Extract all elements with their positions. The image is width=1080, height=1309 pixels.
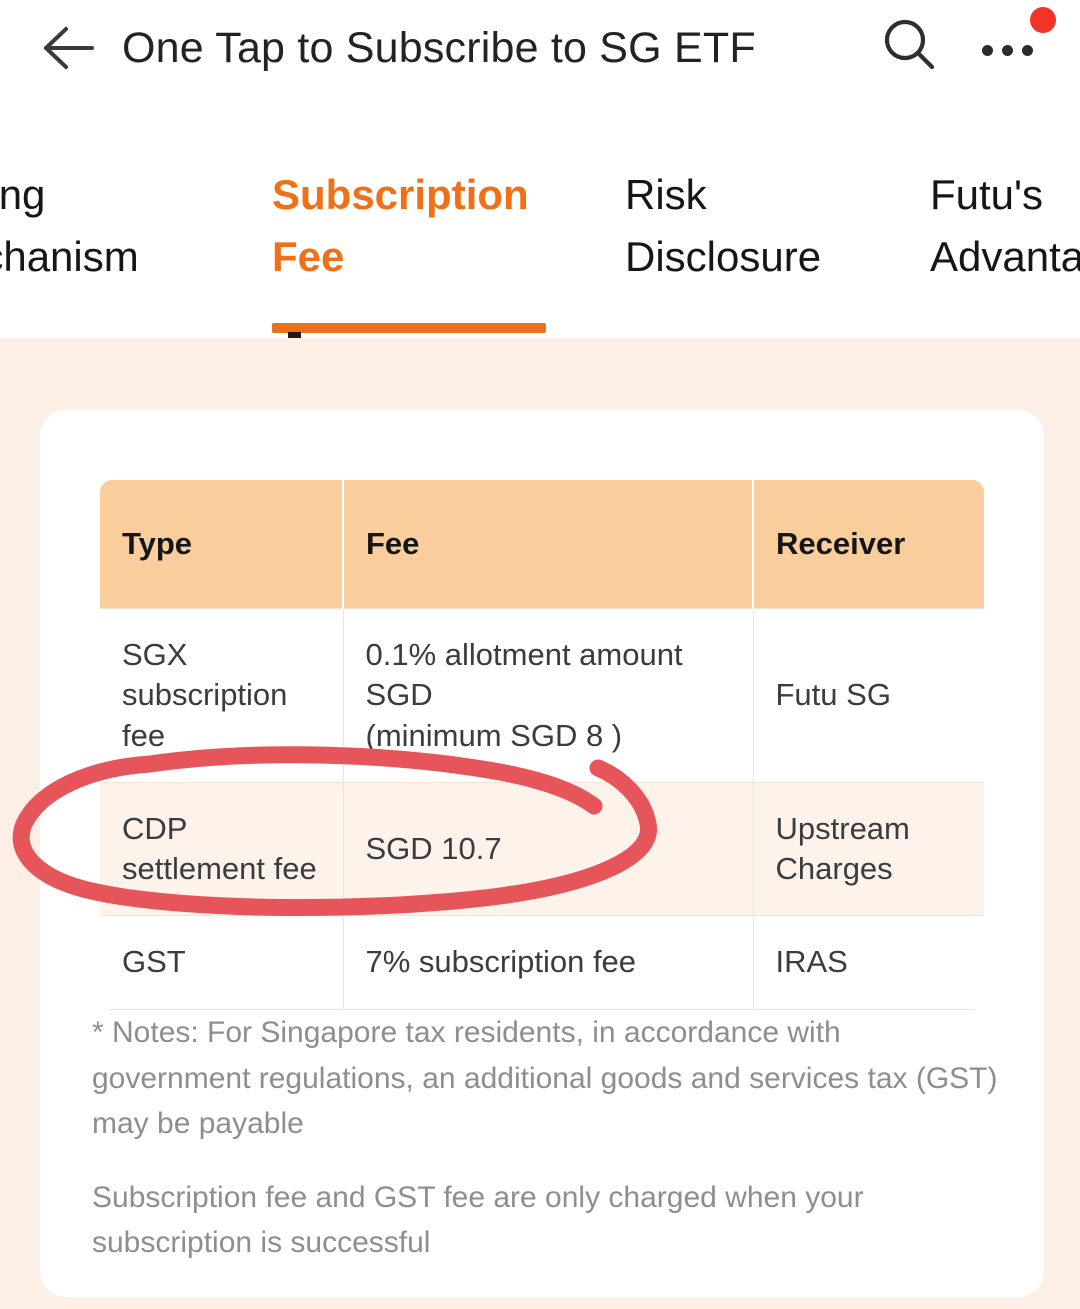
- notes-section: * Notes: For Singapore tax residents, in…: [92, 1010, 1004, 1266]
- table-row: SGX subscription fee 0.1% allotment amou…: [100, 608, 984, 783]
- cell-type: CDP settlement fee: [100, 781, 344, 916]
- more-options-icon-dot-3: [1022, 44, 1033, 56]
- note-tax-residents: * Notes: For Singapore tax residents, in…: [92, 1016, 998, 1141]
- tab-risk-disclosure[interactable]: Risk Disclosure: [625, 164, 925, 288]
- table-row: GST 7% subscription fee IRAS: [100, 915, 984, 1010]
- table-row: CDP settlement fee SGD 10.7 Upstream Cha…: [100, 781, 984, 916]
- table-header-row: Type Fee Receiver: [100, 480, 984, 609]
- notification-badge: [1030, 7, 1056, 33]
- cell-fee: 0.1% allotment amount SGD (minimum SGD 8…: [343, 608, 754, 783]
- page-title: One Tap to Subscribe to SG ETF: [122, 24, 756, 72]
- back-button[interactable]: [36, 16, 100, 80]
- search-icon: [880, 16, 938, 79]
- tab-subscription-fee[interactable]: Subscription Fee: [272, 164, 562, 288]
- cell-type: GST: [100, 915, 344, 1010]
- tab-futus-advantages[interactable]: Futu's Advantag: [930, 164, 1080, 288]
- tab-issuing-mechanism[interactable]: ssuing Mechanism: [0, 164, 254, 288]
- cell-receiver: Upstream Charges: [753, 781, 984, 916]
- subscription-fee-card: Type Fee Receiver SGX subscription fee 0…: [40, 410, 1044, 1297]
- app-bar: One Tap to Subscribe to SG ETF: [0, 0, 1080, 150]
- note-charge-condition: Subscription fee and GST fee are only ch…: [92, 1180, 864, 1260]
- tab-strip[interactable]: ssuing Mechanism Subscription Fee Risk D…: [0, 150, 1080, 338]
- fee-table-head: Type Fee Receiver: [100, 480, 984, 609]
- cell-fee: SGD 10.7: [343, 781, 754, 916]
- column-header-type: Type: [100, 480, 344, 609]
- more-options-icon: [982, 44, 993, 56]
- fee-table-body: SGX subscription fee 0.1% allotment amou…: [100, 608, 984, 1010]
- column-header-fee: Fee: [343, 480, 754, 609]
- column-header-receiver: Receiver: [753, 480, 984, 609]
- fee-table: Type Fee Receiver SGX subscription fee 0…: [100, 480, 984, 1010]
- cell-receiver: IRAS: [753, 915, 984, 1010]
- search-button[interactable]: [878, 16, 940, 78]
- more-options-icon-dot-2: [1002, 44, 1013, 56]
- active-tab-indicator: [272, 323, 546, 333]
- cell-receiver: Futu SG: [753, 608, 984, 783]
- back-arrow-icon: [40, 23, 96, 73]
- page-content: Type Fee Receiver SGX subscription fee 0…: [0, 338, 1080, 1309]
- cell-fee: 7% subscription fee: [343, 915, 754, 1010]
- cell-type: SGX subscription fee: [100, 608, 344, 783]
